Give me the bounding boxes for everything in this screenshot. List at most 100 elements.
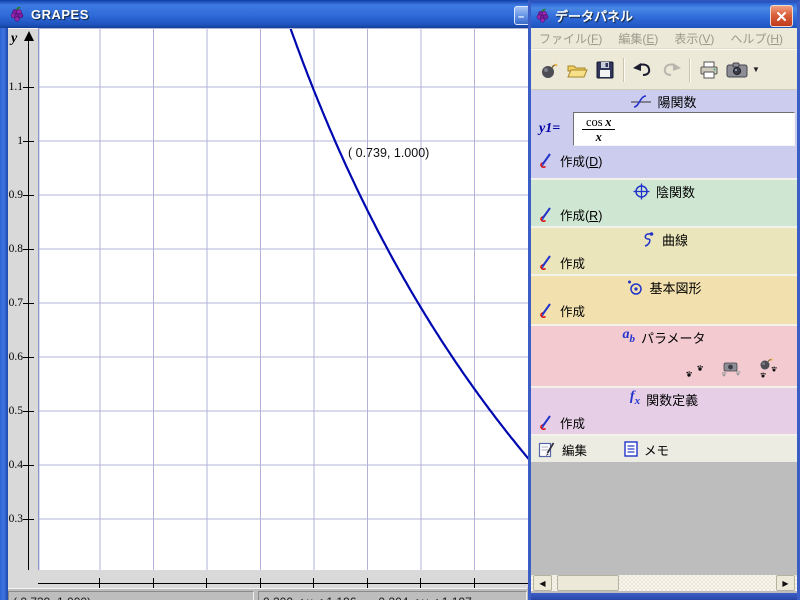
undo-icon xyxy=(633,62,651,76)
status-y-range: 0.204 < y < 1.197 xyxy=(378,595,471,600)
memo-group: メモ xyxy=(624,440,669,459)
create-pen-icon xyxy=(540,302,551,318)
data-panel-window: データパネル ファイル(F) 編集(E) 表示(V) ヘルプ(H) ▼ 陽関数 … xyxy=(528,0,800,600)
y-axis-tick-label: 1 xyxy=(17,135,23,147)
y-axis-tick-label: 0.5 xyxy=(8,405,23,417)
menu-view[interactable]: 表示(V) xyxy=(666,30,722,47)
grapes-window-title: GRAPES xyxy=(31,6,89,22)
graph-plot-area[interactable]: ( 0.739, 1.000) xyxy=(38,28,529,571)
dropdown-caret-icon[interactable]: ▼ xyxy=(752,65,760,74)
implicit-create-button[interactable]: 作成(R) xyxy=(531,202,797,226)
y-axis-tick-label: 0.6 xyxy=(8,351,23,363)
parameter-header[interactable]: ab パラメータ xyxy=(531,326,797,348)
implicit-function-icon xyxy=(633,183,650,199)
open-file-button[interactable] xyxy=(563,56,591,84)
undo-button[interactable] xyxy=(629,56,657,84)
clear-all-button[interactable] xyxy=(535,56,563,84)
save-icon xyxy=(596,61,614,78)
y-axis-line xyxy=(28,39,29,571)
data-panel-menubar: ファイル(F) 編集(E) 表示(V) ヘルプ(H) xyxy=(531,28,797,49)
footprints-icon[interactable] xyxy=(685,362,707,380)
expression-fraction: cos x x xyxy=(582,115,616,144)
traced-point-annotation: ( 0.739, 1.000) xyxy=(348,146,430,160)
memo-label[interactable]: メモ xyxy=(644,440,669,459)
trace-clear-icon[interactable] xyxy=(755,358,779,380)
parameter-icon: ab xyxy=(622,327,635,345)
y-axis-tick xyxy=(23,465,34,466)
basic-create-label: 作成 xyxy=(560,304,586,319)
section-curve: 曲線 作成 xyxy=(531,226,797,274)
curve-header[interactable]: 曲線 xyxy=(531,228,797,250)
funcdef-create-button[interactable]: 作成 xyxy=(531,410,797,434)
y-axis-arrow-icon xyxy=(24,31,34,41)
ruler-corner xyxy=(8,570,38,588)
y1-expression-input[interactable]: cos x x xyxy=(573,112,795,146)
y-axis-tick-label: 0.8 xyxy=(8,243,23,255)
explicit-create-button[interactable]: 作成(D) xyxy=(531,148,797,172)
grape-logo-icon xyxy=(536,8,549,23)
scroll-left-arrow-icon: ◀ xyxy=(539,578,546,588)
y-axis-tick xyxy=(23,249,34,250)
y-axis-tick xyxy=(23,195,34,196)
trace-capture-icon[interactable] xyxy=(719,360,743,380)
screen: GRAPES – y 1.1 1 0.9 0.8 0.7 0.6 0.5 0.4 0.3 ( 0… xyxy=(0,0,800,600)
save-button[interactable] xyxy=(591,56,619,84)
y-axis-tick xyxy=(23,519,34,520)
panel-horizontal-scrollbar[interactable]: ◀ ▶ xyxy=(531,575,797,591)
y1-label: y1= xyxy=(539,121,561,136)
toolbar-separator xyxy=(689,57,691,82)
memo-document-icon[interactable] xyxy=(624,441,638,457)
y-axis-tick-label: 0.3 xyxy=(8,513,23,525)
scrollbar-thumb[interactable] xyxy=(557,575,619,591)
edit-notepad-icon[interactable] xyxy=(538,441,555,458)
curve-icon xyxy=(644,231,654,247)
y-axis-tick xyxy=(23,303,34,304)
section-basic-shapes: 基本図形 作成 xyxy=(531,274,797,324)
data-panel-title: データパネル xyxy=(555,9,634,24)
basic-shapes-icon xyxy=(628,280,643,295)
menu-file[interactable]: ファイル(F) xyxy=(531,30,610,47)
implicit-function-header[interactable]: 陰関数 xyxy=(531,180,797,202)
basic-shapes-header[interactable]: 基本図形 xyxy=(531,276,797,298)
parameter-title: パラメータ xyxy=(640,330,706,346)
menu-help[interactable]: ヘルプ(H) xyxy=(722,30,791,47)
implicit-function-title: 陰関数 xyxy=(655,184,695,200)
section-implicit-function: 陰関数 作成(R) xyxy=(531,178,797,226)
open-folder-icon xyxy=(567,65,588,77)
capture-button[interactable] xyxy=(723,56,751,84)
explicit-function-header[interactable]: 陽関数 xyxy=(531,90,797,112)
y-axis-tick xyxy=(23,87,34,88)
function-definition-header[interactable]: fx 関数定義 xyxy=(531,388,797,410)
toolbar-separator xyxy=(623,57,625,82)
data-panel-titlebar[interactable]: データパネル xyxy=(531,3,797,28)
print-button[interactable] xyxy=(695,56,723,84)
grapes-statusbar: ( 0.739, 1.000) 0.200 < x < 1.196 0.204 <… xyxy=(8,588,527,600)
scroll-right-button[interactable]: ▶ xyxy=(776,575,795,591)
menu-edit[interactable]: 編集(E) xyxy=(610,30,666,47)
camera-icon xyxy=(726,62,748,77)
parameter-trace-buttons xyxy=(685,358,779,380)
print-icon xyxy=(700,61,718,78)
curve-create-button[interactable]: 作成 xyxy=(531,250,797,274)
explicit-create-label: 作成(D) xyxy=(560,154,603,169)
y-axis-tick xyxy=(23,411,34,412)
function-definition-title: 関数定義 xyxy=(646,392,699,408)
section-function-definition: fx 関数定義 作成 xyxy=(531,386,797,434)
redo-button[interactable] xyxy=(657,56,685,84)
create-pen-icon xyxy=(540,254,551,270)
basic-create-button[interactable]: 作成 xyxy=(531,298,797,322)
y-axis-tick-label: 0.9 xyxy=(8,189,23,201)
create-pen-icon xyxy=(540,152,551,168)
create-pen-icon xyxy=(540,206,551,222)
close-button[interactable] xyxy=(770,5,793,27)
y-axis-tick xyxy=(23,141,34,142)
edit-label[interactable]: 編集 xyxy=(562,440,587,459)
status-coordinates: ( 0.739, 1.000) xyxy=(8,591,254,600)
funcdef-create-label: 作成 xyxy=(560,416,586,431)
close-icon xyxy=(777,11,786,21)
scroll-left-button[interactable]: ◀ xyxy=(533,575,552,591)
clear-bomb-icon xyxy=(542,63,558,78)
y-axis-tick-label: 0.4 xyxy=(8,459,23,471)
explicit-function-title: 陽関数 xyxy=(657,94,697,110)
y-axis-ruler: y 1.1 1 0.9 0.8 0.7 0.6 0.5 0.4 0.3 xyxy=(8,28,38,571)
